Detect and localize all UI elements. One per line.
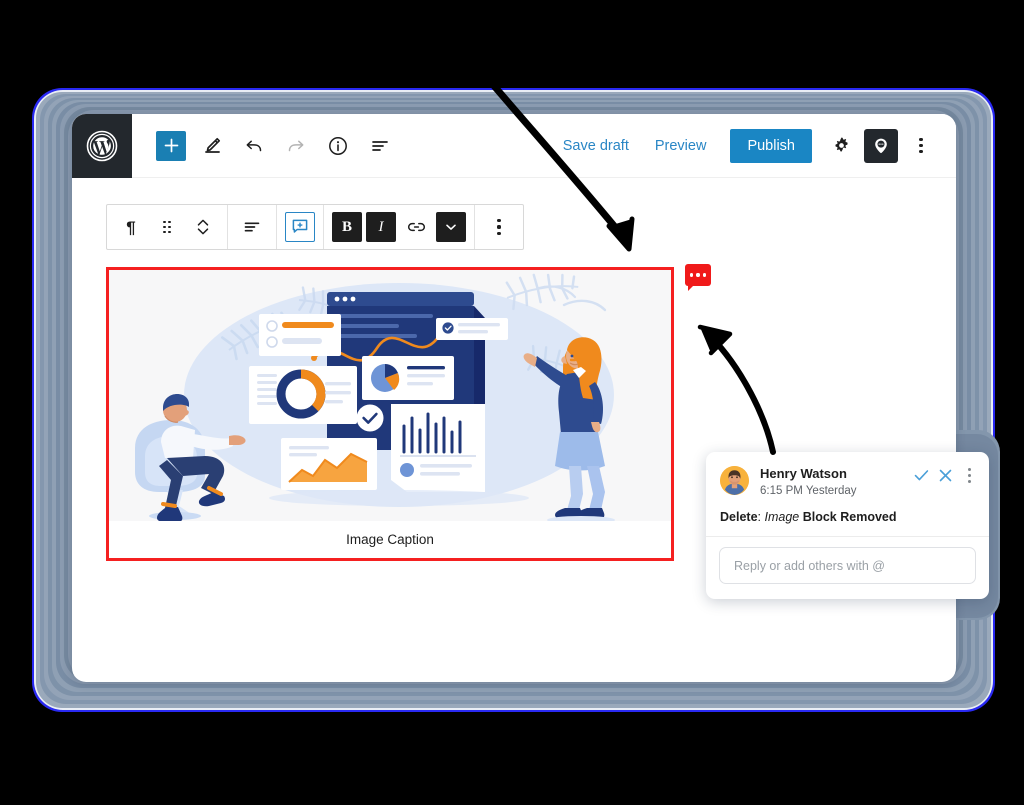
block-toolbar-group-block: ¶	[107, 205, 228, 249]
paragraph-icon[interactable]: ¶	[115, 211, 147, 243]
header-right-toolbar: Save draft Preview Publish	[553, 128, 956, 163]
close-x-icon[interactable]	[938, 468, 953, 483]
comment-actions	[914, 466, 977, 484]
block-toolbar-group-more	[475, 205, 523, 249]
add-block-button[interactable]	[156, 130, 186, 161]
info-circle-icon[interactable]	[322, 130, 354, 162]
comment-message: Delete: Image Block Removed	[706, 499, 989, 537]
reply-input[interactable]: Reply or add others with @	[719, 547, 976, 584]
chevron-up-down-icon[interactable]	[187, 211, 219, 243]
drag-grip-icon[interactable]	[151, 211, 183, 243]
header-left-toolbar	[132, 130, 396, 162]
redo-arrow-icon[interactable]	[280, 130, 312, 162]
image-block[interactable]: Image Caption	[106, 267, 674, 561]
save-draft-button[interactable]: Save draft	[553, 132, 639, 160]
comment-message-prefix: Delete	[720, 510, 758, 524]
screenshot-stage: Save draft Preview Publish ¶ B I Image C…	[0, 0, 1024, 805]
comment-author-meta: Henry Watson 6:15 PM Yesterday	[760, 466, 857, 499]
link-icon[interactable]	[400, 211, 432, 243]
block-toolbar-group-format: B I	[324, 205, 475, 249]
preview-button[interactable]: Preview	[645, 132, 717, 160]
align-left-icon[interactable]	[236, 211, 268, 243]
edit-mode-pencil-icon[interactable]	[196, 130, 228, 162]
kebab-menu-icon[interactable]	[962, 467, 977, 484]
block-toolbar-group-comment	[277, 205, 324, 249]
comment-pin-icon[interactable]	[864, 128, 898, 163]
block-toolbar: ¶ B I	[106, 204, 524, 250]
image-caption[interactable]: Image Caption	[109, 521, 671, 558]
badge-dot	[689, 273, 694, 277]
wordpress-logo-icon[interactable]	[72, 114, 132, 178]
avatar	[720, 466, 749, 495]
comment-message-italic: Image	[764, 510, 800, 524]
add-comment-icon[interactable]	[285, 212, 315, 242]
kebab-menu-icon[interactable]	[904, 129, 938, 163]
editor-header-bar: Save draft Preview Publish	[72, 114, 956, 178]
badge-dot	[696, 273, 700, 277]
list-view-icon[interactable]	[364, 130, 396, 162]
comment-header: Henry Watson 6:15 PM Yesterday	[706, 452, 989, 499]
business-analytics-illustration	[109, 270, 671, 521]
comment-badge-marker[interactable]	[685, 264, 711, 291]
badge-dot	[702, 273, 707, 277]
comment-author-name: Henry Watson	[760, 466, 847, 481]
block-toolbar-group-align	[228, 205, 277, 249]
undo-arrow-icon[interactable]	[238, 130, 270, 162]
bold-icon[interactable]: B	[332, 212, 362, 242]
block-options-kebab-icon[interactable]	[483, 211, 515, 243]
publish-button[interactable]: Publish	[730, 128, 812, 163]
chevron-down-icon[interactable]	[436, 212, 466, 242]
gear-icon[interactable]	[824, 129, 858, 163]
comment-message-suffix: Block Removed	[802, 510, 897, 524]
comment-reply-area: Reply or add others with @	[706, 537, 989, 584]
check-icon[interactable]	[914, 468, 929, 483]
comment-popup: Henry Watson 6:15 PM Yesterday Delete: I…	[706, 452, 989, 599]
italic-icon[interactable]: I	[366, 212, 396, 242]
comment-timestamp: 6:15 PM Yesterday	[760, 485, 857, 497]
